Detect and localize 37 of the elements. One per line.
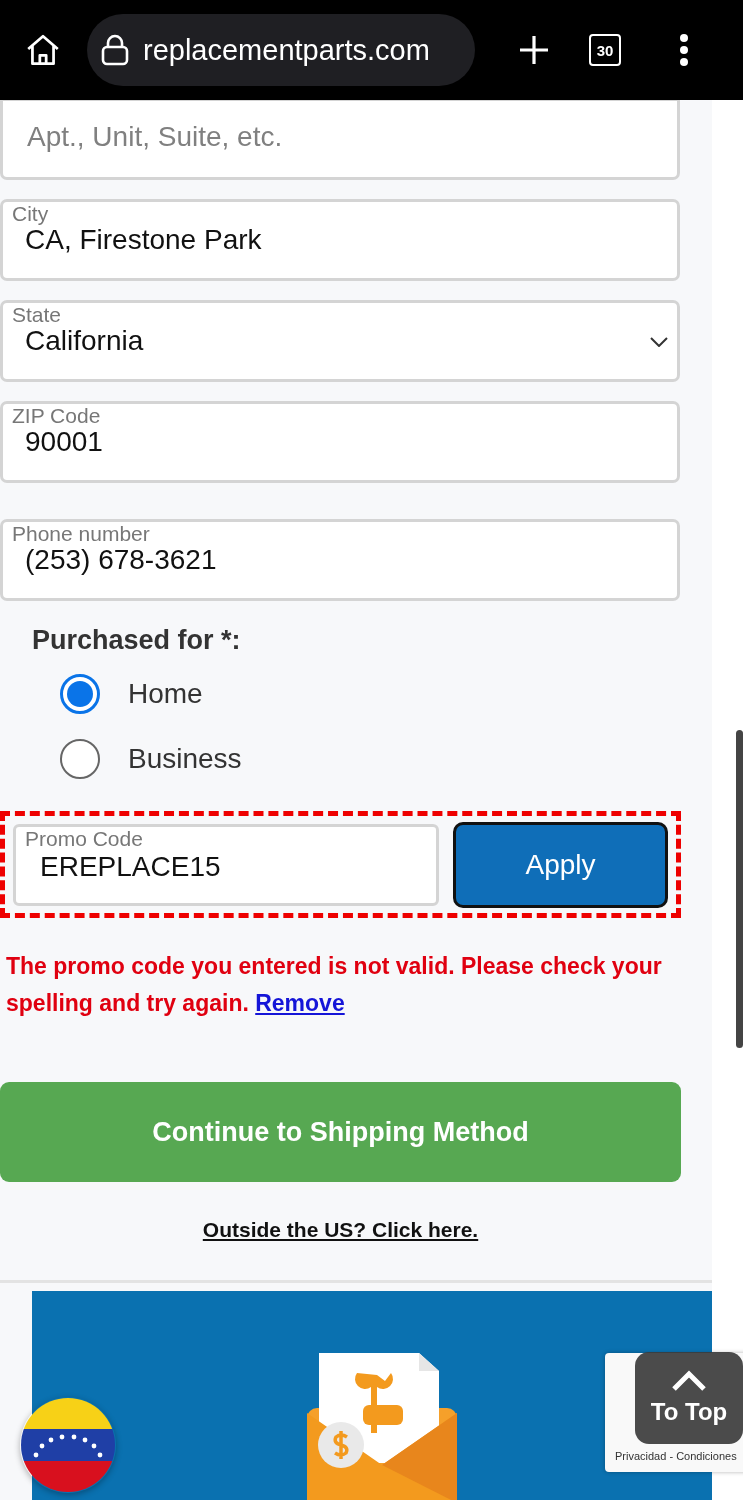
error-message: The promo code you entered is not valid. Please check your spelling and try again. Remove (6, 952, 663, 1018)
apply-button[interactable]: Apply (453, 821, 668, 908)
menu-icon[interactable] (679, 34, 689, 66)
remove-link[interactable]: Remove (255, 990, 345, 1016)
select-field[interactable]: State California (0, 300, 680, 382)
chevron-down-icon (650, 337, 668, 347)
field-value: 90001 (25, 426, 103, 458)
url-text: replacementparts.com (143, 33, 430, 67)
chevron-up-icon (671, 1370, 707, 1392)
venezuela-flag-icon[interactable] (20, 1397, 116, 1493)
field-value: California (25, 325, 144, 357)
lock-icon (101, 34, 129, 66)
input-field[interactable]: Phone number (253) 678-3621 (0, 519, 680, 601)
promo-code-field[interactable]: Promo Code EREPLACE15 (13, 823, 439, 906)
field-value: EREPLACE15 (40, 850, 221, 883)
field-label: Phone number (12, 522, 150, 546)
outside-us-link[interactable]: Outside the US? Click here. (202, 1218, 479, 1241)
new-tab-icon[interactable] (519, 35, 549, 65)
recaptcha-links[interactable]: Privacidad - Condiciones (615, 1450, 737, 1462)
field-value: CA, Firestone Park (25, 224, 262, 256)
radio-button[interactable] (60, 674, 100, 714)
field-label: State (12, 303, 62, 327)
to-top-button[interactable]: To Top (635, 1352, 743, 1444)
radio-label: Business (128, 743, 242, 775)
purchased-for-label: Purchased for *: (32, 625, 242, 656)
input-field[interactable]: Apt., Unit, Suite, etc. (0, 100, 680, 180)
radio-label: Home (128, 678, 203, 710)
address-bar[interactable]: replacementparts.com (87, 14, 475, 86)
tab-count-button[interactable]: 30 (589, 34, 621, 66)
radio-button[interactable] (60, 739, 100, 779)
field-placeholder: Apt., Unit, Suite, etc. (27, 121, 283, 153)
field-label: Promo Code (25, 826, 143, 851)
field-label: ZIP Code (12, 404, 101, 428)
input-field[interactable]: City CA, Firestone Park (0, 199, 680, 281)
field-label: City (12, 202, 49, 226)
field-value: (253) 678-3621 (25, 544, 217, 576)
input-field[interactable]: ZIP Code 90001 (0, 401, 680, 483)
